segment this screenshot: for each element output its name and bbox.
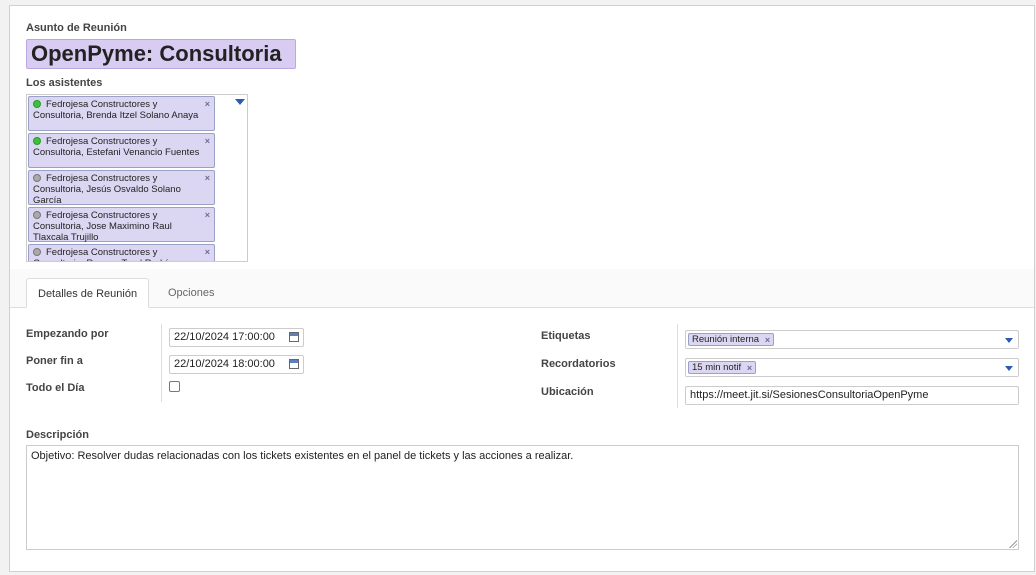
remove-attendee-icon[interactable]: ×: [205, 99, 210, 110]
tag-chip: Reunión interna ×: [688, 333, 775, 346]
subject-input[interactable]: OpenPyme: Consultoria: [26, 39, 296, 69]
calendar-icon[interactable]: [289, 359, 299, 369]
reminders-label: Recordatorios: [541, 358, 616, 370]
form-sheet: Asunto de Reunión OpenPyme: Consultoria …: [9, 5, 1035, 572]
tags-field[interactable]: Reunión interna ×: [685, 330, 1019, 349]
chevron-down-icon[interactable]: [1005, 338, 1013, 343]
end-datetime-input[interactable]: 22/10/2024 18:00:00: [169, 355, 304, 374]
remove-attendee-icon[interactable]: ×: [205, 247, 210, 258]
divider: [677, 324, 678, 408]
remove-attendee-icon[interactable]: ×: [205, 136, 210, 147]
end-label: Poner fin a: [26, 355, 83, 367]
remove-tag-icon[interactable]: ×: [765, 335, 770, 346]
reminder-chip-label: 15 min notif: [692, 362, 742, 373]
remove-reminder-icon[interactable]: ×: [747, 363, 752, 374]
tab-meeting-details[interactable]: Detalles de Reunión: [26, 278, 150, 308]
attendee-tag: Fedrojesa Constructores y Consultoria, R…: [28, 244, 215, 261]
status-offline-icon: [33, 211, 41, 219]
reminders-field[interactable]: 15 min notif ×: [685, 358, 1019, 377]
reminder-chip: 15 min notif ×: [688, 361, 757, 374]
start-datetime-input[interactable]: 22/10/2024 17:00:00: [169, 328, 304, 347]
calendar-icon[interactable]: [289, 332, 299, 342]
attendee-name: Fedrojesa Constructores y Consultoria, J…: [33, 173, 181, 206]
attendee-tag: Fedrojesa Constructores y Consultoria, J…: [28, 207, 215, 243]
attendees-field[interactable]: Fedrojesa Constructores y Consultoria, B…: [26, 94, 248, 262]
remove-attendee-icon[interactable]: ×: [205, 173, 210, 184]
tab-options[interactable]: Opciones: [157, 278, 225, 308]
end-datetime-value: 22/10/2024 18:00:00: [174, 358, 275, 370]
attendee-name: Fedrojesa Constructores y Consultoria, B…: [33, 99, 199, 121]
attendee-tag: Fedrojesa Constructores y Consultoria, B…: [28, 96, 215, 131]
start-datetime-value: 22/10/2024 17:00:00: [174, 331, 275, 343]
tags-label: Etiquetas: [541, 330, 591, 342]
description-label: Descripción: [26, 429, 89, 441]
status-online-icon: [33, 100, 41, 108]
divider: [161, 324, 162, 402]
resize-handle-icon[interactable]: [1009, 540, 1017, 548]
status-offline-icon: [33, 248, 41, 256]
location-label: Ubicación: [541, 386, 594, 398]
chevron-down-icon[interactable]: [235, 99, 245, 105]
allday-label: Todo el Día: [26, 382, 85, 394]
start-label: Empezando por: [26, 328, 109, 340]
subject-label: Asunto de Reunión: [26, 22, 127, 34]
attendee-tag: Fedrojesa Constructores y Consultoria, J…: [28, 170, 215, 206]
status-offline-icon: [33, 174, 41, 182]
remove-attendee-icon[interactable]: ×: [205, 210, 210, 221]
chevron-down-icon[interactable]: [1005, 366, 1013, 371]
attendee-name: Fedrojesa Constructores y Consultoria, E…: [33, 136, 200, 158]
status-online-icon: [33, 137, 41, 145]
attendees-label: Los asistentes: [26, 77, 103, 89]
tag-chip-label: Reunión interna: [692, 334, 760, 345]
attendee-tag: Fedrojesa Constructores y Consultoria, E…: [28, 133, 215, 168]
description-textarea[interactable]: Objetivo: Resolver dudas relacionadas co…: [26, 445, 1019, 550]
attendee-name: Fedrojesa Constructores y Consultoria, R…: [33, 247, 189, 261]
description-text: Objetivo: Resolver dudas relacionadas co…: [31, 450, 574, 462]
location-input[interactable]: https://meet.jit.si/SesionesConsultoriaO…: [685, 386, 1019, 405]
attendee-name: Fedrojesa Constructores y Consultoria, J…: [33, 210, 172, 243]
allday-checkbox[interactable]: [169, 381, 180, 392]
